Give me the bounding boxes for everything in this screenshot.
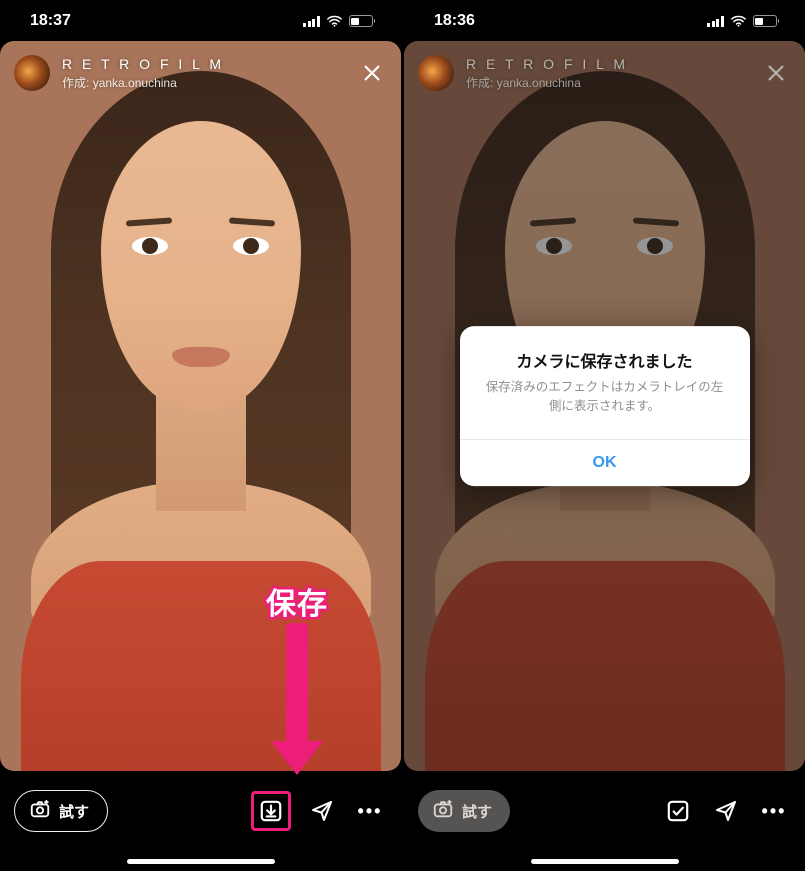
cell-signal-icon	[707, 16, 724, 27]
save-effect-button[interactable]	[251, 791, 291, 831]
effect-header: R E T R O F I L M 作成: yanka.onuchina	[418, 55, 791, 91]
cell-signal-icon	[303, 16, 320, 27]
try-effect-button[interactable]: 試す	[14, 790, 108, 832]
home-indicator[interactable]	[127, 859, 275, 864]
bottom-toolbar: 試す •••	[404, 784, 805, 838]
wifi-icon	[730, 15, 747, 27]
try-label: 試す	[59, 801, 89, 822]
phone-right: 18:36 R E T R O F I L M 作成:	[404, 1, 805, 870]
saved-effect-icon	[661, 794, 695, 828]
effect-name: R E T R O F I L M	[466, 56, 749, 72]
effect-header: R E T R O F I L M 作成: yanka.onuchina	[14, 55, 387, 91]
effect-info[interactable]: R E T R O F I L M 作成: yanka.onuchina	[62, 56, 345, 91]
camera-sparkle-icon	[432, 798, 454, 824]
status-time: 18:36	[434, 12, 475, 30]
close-button[interactable]	[357, 58, 387, 88]
status-time: 18:37	[30, 12, 71, 30]
more-button[interactable]: •••	[353, 794, 387, 828]
home-indicator[interactable]	[531, 859, 679, 864]
battery-icon	[349, 15, 376, 27]
share-button[interactable]	[305, 794, 339, 828]
try-label: 試す	[462, 801, 492, 822]
try-effect-button: 試す	[418, 790, 510, 832]
camera-viewport: R E T R O F I L M 作成: yanka.onuchina	[0, 41, 401, 771]
battery-icon	[753, 15, 780, 27]
status-right	[707, 15, 779, 27]
more-button: •••	[757, 794, 791, 828]
camera-viewport: R E T R O F I L M 作成: yanka.onuchina カメラ…	[404, 41, 805, 771]
phone-left: 18:37 R E T R O F I L M 作成:	[0, 1, 401, 870]
close-button	[761, 58, 791, 88]
portrait-illustration	[0, 41, 401, 771]
status-bar: 18:37	[0, 1, 401, 41]
status-right	[303, 15, 375, 27]
bottom-toolbar: 試す •••	[0, 784, 401, 838]
wifi-icon	[326, 15, 343, 27]
avatar	[418, 55, 454, 91]
dialog-message: 保存済みのエフェクトはカメラトレイの左側に表示されます。	[460, 378, 750, 439]
effect-info: R E T R O F I L M 作成: yanka.onuchina	[466, 56, 749, 91]
avatar[interactable]	[14, 55, 50, 91]
effect-author: 作成: yanka.onuchina	[62, 74, 345, 91]
dialog-title: カメラに保存されました	[460, 326, 750, 378]
camera-sparkle-icon	[29, 798, 51, 824]
dialog-ok-button[interactable]: OK	[460, 440, 750, 486]
effect-author: 作成: yanka.onuchina	[466, 74, 749, 91]
share-button	[709, 794, 743, 828]
effect-name: R E T R O F I L M	[62, 56, 345, 72]
status-bar: 18:36	[404, 1, 805, 41]
saved-dialog: カメラに保存されました 保存済みのエフェクトはカメラトレイの左側に表示されます。…	[460, 326, 750, 486]
